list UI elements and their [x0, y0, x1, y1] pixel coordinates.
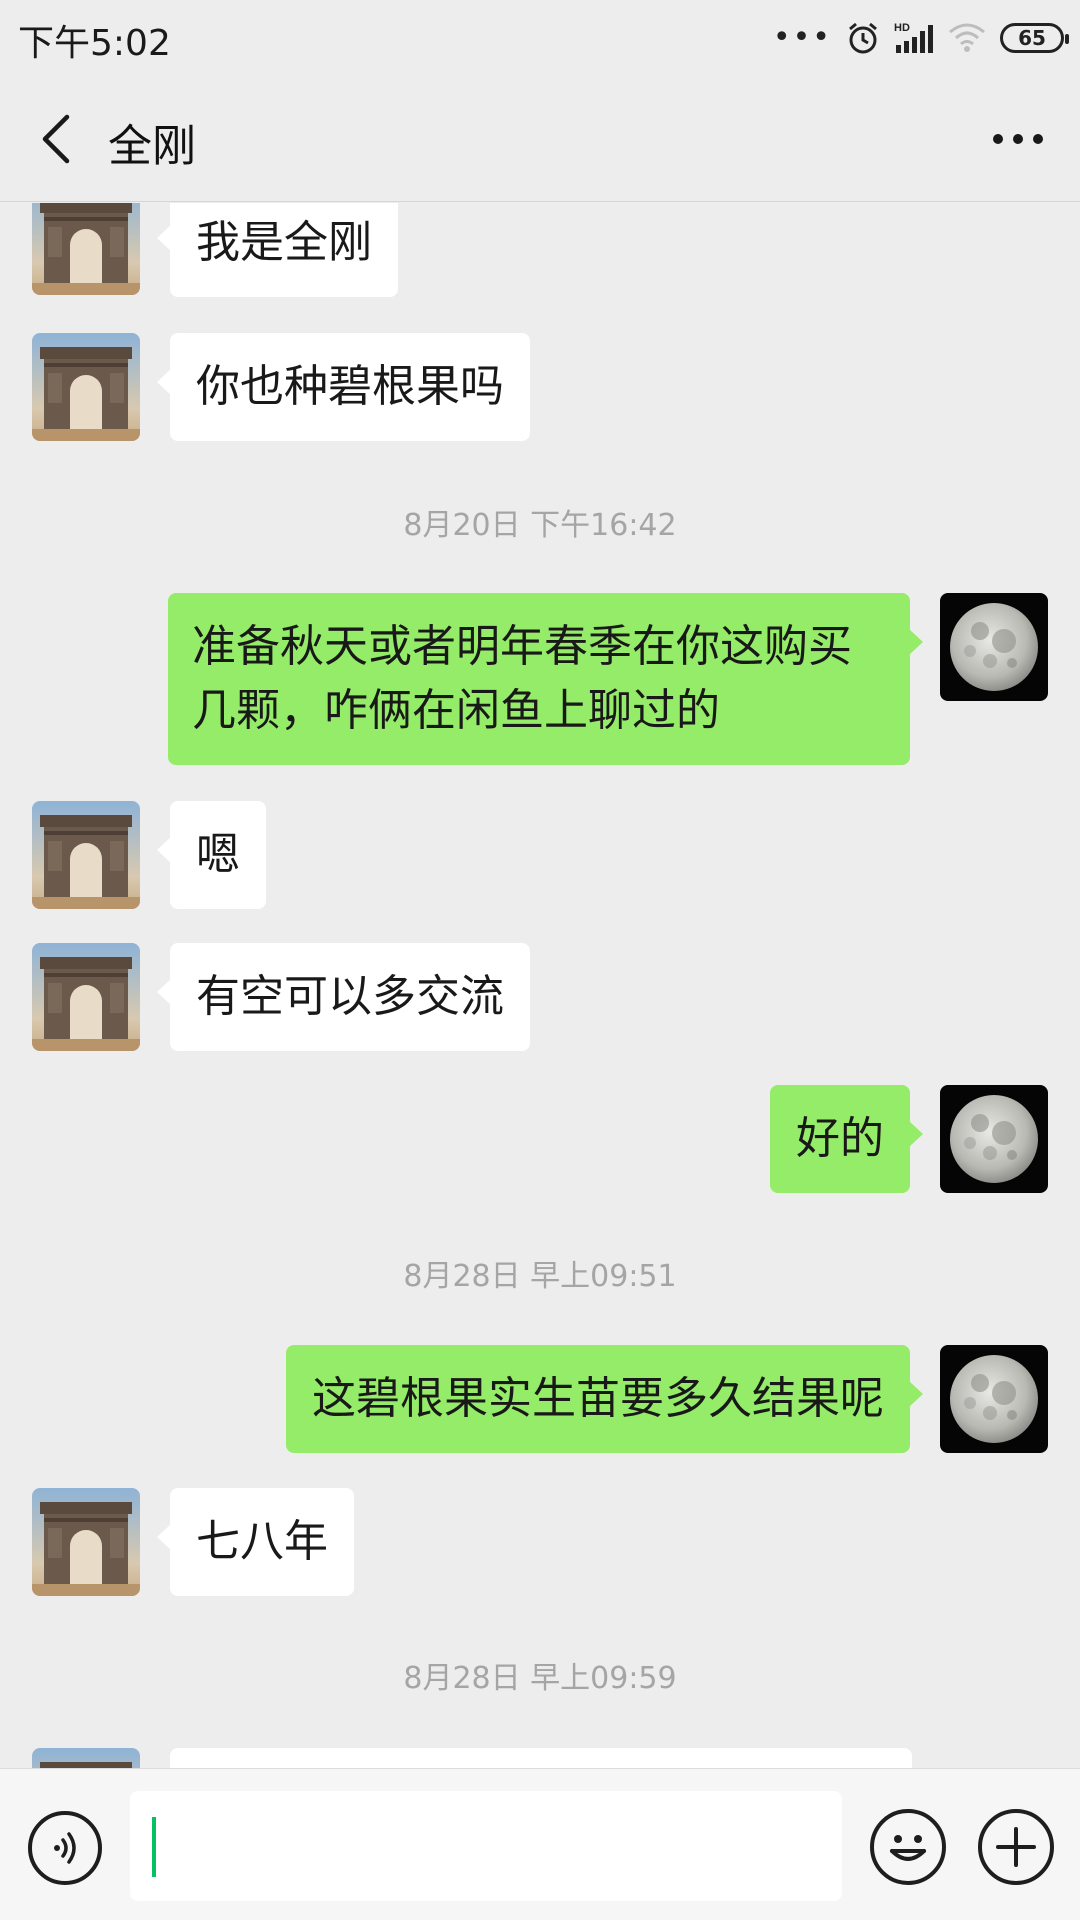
message-bubble-outgoing[interactable]: 这碧根果实生苗要多久结果呢 [286, 1345, 923, 1453]
contact-avatar[interactable] [32, 801, 140, 909]
plus-icon [996, 1827, 1036, 1867]
back-button[interactable] [22, 104, 92, 174]
more-dots-icon: ••• [772, 20, 832, 55]
self-avatar[interactable] [940, 593, 1048, 701]
status-bar: 下午5:02 ••• HD 65 [0, 0, 1080, 76]
message-bubble-incoming[interactable]: 你也种碧根果吗 [157, 333, 530, 441]
more-button[interactable] [980, 106, 1056, 172]
status-icons: ••• HD 65 [772, 16, 1069, 60]
timestamp: 8月28日 早上09:51 [403, 1259, 677, 1294]
hd-signal-icon: HD [894, 22, 933, 53]
message-input[interactable] [130, 1791, 842, 1901]
contact-avatar[interactable] [32, 1488, 140, 1596]
contact-avatar[interactable] [32, 1748, 140, 1768]
timestamp: 8月28日 早上09:59 [403, 1661, 677, 1696]
battery-icon: 65 [1000, 23, 1069, 53]
svg-text:HD: HD [894, 22, 910, 34]
battery-level: 65 [1018, 26, 1046, 50]
message-bubble-incoming[interactable]: 我是全刚 [157, 203, 398, 297]
message-bubble-incoming[interactable]: 有空可以多交流 [157, 943, 530, 1051]
contact-avatar[interactable] [32, 203, 140, 295]
contact-avatar[interactable] [32, 333, 140, 441]
chat-screen: 下午5:02 ••• HD 65 全刚 我是全刚 你也种碧根果吗 8月20日 下… [0, 0, 1080, 1920]
wifi-icon [949, 23, 985, 52]
self-avatar[interactable] [940, 1345, 1048, 1453]
input-bar [0, 1768, 1080, 1920]
plus-button[interactable] [978, 1809, 1054, 1885]
message-bubble-incoming[interactable]: 嗯 [157, 801, 266, 909]
chevron-left-icon [42, 114, 70, 164]
emoji-button[interactable] [870, 1809, 946, 1885]
chat-title: 全刚 [108, 121, 196, 172]
message-bubble-incoming[interactable] [170, 1748, 912, 1768]
chat-header: 全刚 [0, 76, 1080, 202]
message-list[interactable]: 我是全刚 你也种碧根果吗 8月20日 下午16:42 准备秋天或者明年春季在你这… [0, 203, 1080, 1768]
message-bubble-incoming[interactable]: 七八年 [157, 1488, 354, 1596]
status-time: 下午5:02 [18, 23, 171, 64]
more-horizontal-icon [993, 134, 1043, 144]
message-bubble-outgoing[interactable]: 准备秋天或者明年春季在你这购买几颗，咋俩在闲鱼上聊过的 [168, 593, 923, 765]
self-avatar[interactable] [940, 1085, 1048, 1193]
voice-button[interactable] [28, 1811, 102, 1885]
text-caret [152, 1817, 156, 1877]
emoji-icon [890, 1835, 926, 1861]
message-bubble-outgoing[interactable]: 好的 [770, 1085, 923, 1193]
alarm-icon [849, 22, 877, 54]
timestamp: 8月20日 下午16:42 [403, 508, 677, 543]
contact-avatar[interactable] [32, 943, 140, 1051]
voice-icon [54, 1832, 76, 1864]
